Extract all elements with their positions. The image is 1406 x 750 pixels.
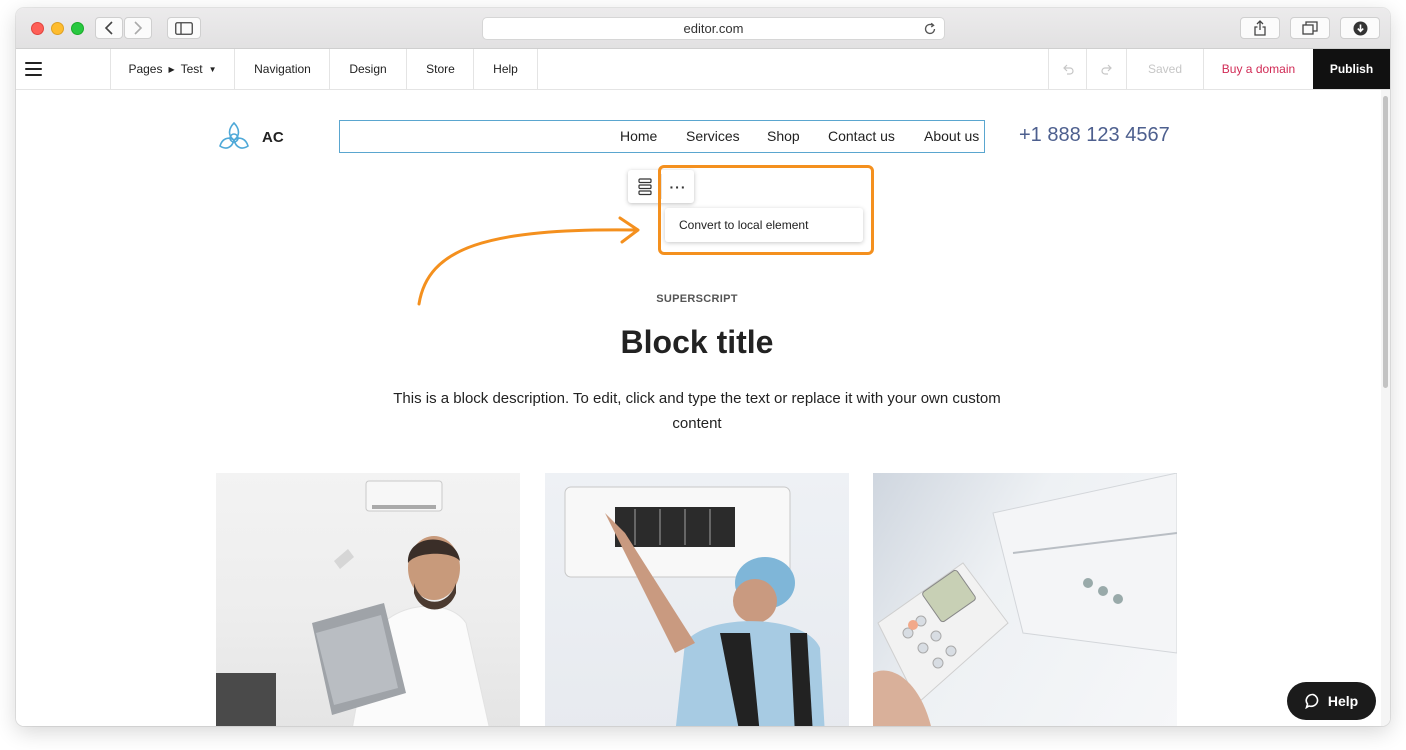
redo-button[interactable] (1086, 49, 1126, 89)
scrollbar[interactable] (1381, 90, 1390, 726)
redo-icon (1100, 64, 1112, 75)
chevron-right-icon (134, 21, 143, 35)
editor-toolbar: Pages ▶ Test ▼ Navigation Design Store H… (16, 49, 1390, 90)
publish-label: Publish (1329, 62, 1374, 76)
chevron-down-icon: ▼ (208, 64, 217, 74)
design-menu[interactable]: Design (329, 49, 406, 89)
help-button-label: Help (1327, 693, 1359, 709)
back-button[interactable] (95, 17, 123, 39)
saved-label: Saved (1147, 62, 1183, 76)
reload-icon (924, 22, 936, 35)
nav-home[interactable]: Home (620, 128, 657, 144)
nav-shop[interactable]: Shop (767, 128, 800, 144)
block-title[interactable]: Block title (16, 324, 1378, 361)
share-icon (1254, 20, 1266, 36)
close-window-button[interactable] (31, 22, 44, 35)
forward-button[interactable] (124, 17, 152, 39)
help-menu[interactable]: Help (473, 49, 538, 89)
chat-bubble-icon (1305, 693, 1319, 709)
address-bar[interactable]: editor.com (482, 17, 945, 40)
sidebar-button[interactable] (167, 17, 201, 39)
reload-button[interactable] (923, 21, 937, 42)
pages-label: Pages (128, 62, 163, 76)
nav-contact-us[interactable]: Contact us (828, 128, 895, 144)
download-icon (1353, 21, 1367, 35)
url-text: editor.com (683, 21, 744, 36)
design-label: Design (349, 62, 387, 76)
scrollbar-thumb[interactable] (1383, 96, 1388, 388)
help-chat-button[interactable]: Help (1287, 682, 1376, 720)
image-man-laptop[interactable] (216, 473, 520, 726)
site-phone[interactable]: +1 888 123 4567 (1019, 124, 1170, 147)
zoom-window-button[interactable] (71, 22, 84, 35)
store-label: Store (426, 62, 455, 76)
publish-button[interactable]: Publish (1313, 49, 1390, 89)
tabs-button[interactable] (1290, 17, 1330, 39)
logo-text[interactable]: AC (262, 129, 284, 146)
undo-button[interactable] (1048, 49, 1086, 89)
navigation-label: Navigation (254, 62, 311, 76)
image-ac-remote[interactable] (873, 473, 1177, 726)
undo-icon (1062, 64, 1074, 75)
browser-window: editor.com Pages ▶ Test ▼ Navigation Des… (16, 8, 1390, 726)
sidebar-icon (175, 21, 193, 35)
chevron-left-icon (104, 21, 113, 35)
page-canvas[interactable]: AC Home Services Shop Contact us About u… (16, 90, 1390, 726)
breadcrumb-arrow-icon: ▶ (168, 64, 175, 74)
help-label: Help (493, 62, 518, 76)
nav-services[interactable]: Services (686, 128, 740, 144)
image-technician-ac[interactable] (545, 473, 849, 726)
store-menu[interactable]: Store (406, 49, 474, 89)
block-description[interactable]: This is a block description. To edit, cl… (376, 386, 1018, 436)
site-logo-icon[interactable] (216, 120, 252, 159)
tabs-icon (1302, 21, 1318, 35)
nav-about-us[interactable]: About us (924, 128, 979, 144)
block-superscript[interactable]: SUPERSCRIPT (16, 293, 1378, 305)
hamburger-icon[interactable] (25, 62, 42, 80)
pages-dropdown[interactable]: Pages ▶ Test ▼ (110, 49, 234, 89)
page-name: Test (180, 62, 203, 76)
navigation-menu[interactable]: Navigation (234, 49, 330, 89)
saved-status: Saved (1126, 49, 1203, 89)
downloads-button[interactable] (1340, 17, 1380, 39)
annotation-highlight-box (658, 165, 874, 255)
buy-domain-button[interactable]: Buy a domain (1203, 49, 1313, 89)
share-button[interactable] (1240, 17, 1280, 39)
buy-domain-label: Buy a domain (1221, 62, 1296, 76)
minimize-window-button[interactable] (51, 22, 64, 35)
browser-chrome: editor.com (16, 8, 1390, 49)
layers-icon[interactable] (638, 178, 652, 201)
